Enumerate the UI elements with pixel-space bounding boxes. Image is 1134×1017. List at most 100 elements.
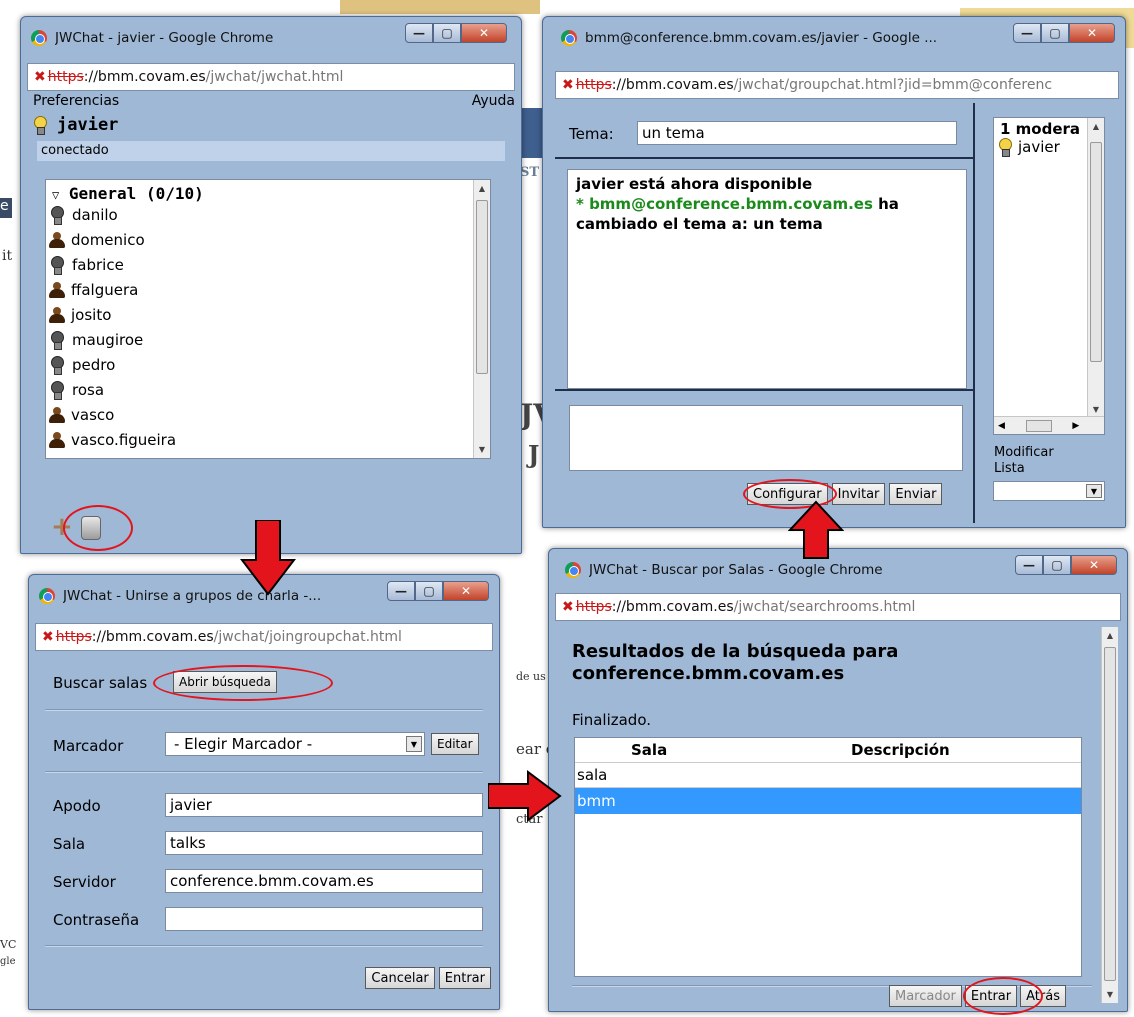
roster-items: danilo domenico fabrice ffalguera josito maug… xyxy=(46,202,490,452)
scroll-thumb[interactable] xyxy=(1025,419,1052,432)
roster-group-header[interactable]: ▽ General (0/10) xyxy=(46,180,490,203)
dialog-buttons: Cancelar Entrar xyxy=(365,967,491,989)
maximize-icon[interactable]: ▢ xyxy=(1043,555,1071,575)
bookmark-select[interactable]: - Elegir Marcador - ▼ xyxy=(165,732,425,756)
table-row-selected[interactable]: bmm xyxy=(575,788,1081,814)
heading-line: Resultados de la búsqueda para xyxy=(572,641,899,662)
scroll-right-icon[interactable]: ▶ xyxy=(1072,421,1079,431)
chevron-down-icon[interactable]: ▼ xyxy=(406,736,422,752)
insecure-icon: ✖ xyxy=(42,629,54,645)
chat-message: javier está ahora disponible xyxy=(576,175,813,193)
search-results-page: Resultados de la búsqueda para conferenc… xyxy=(556,627,1120,1003)
title-bar[interactable]: JWChat - javier - Google Chrome — ▢ ✕ xyxy=(27,23,515,53)
url-host: ://bmm.covam.es xyxy=(611,77,734,93)
window-controls: — ▢ ✕ xyxy=(1013,23,1115,43)
url-scheme: https xyxy=(55,629,92,645)
apodo-label: Apodo xyxy=(53,797,101,815)
contact-name: vasco.figueira xyxy=(71,430,177,449)
scroll-up-icon[interactable]: ▲ xyxy=(474,180,490,197)
insecure-icon: ✖ xyxy=(562,599,574,615)
bulb-offline-icon xyxy=(50,255,64,275)
roster-contact[interactable]: fabrice xyxy=(46,252,490,277)
url-bar[interactable]: ✖ https://bmm.covam.es/jwchat/joingroupc… xyxy=(35,623,493,651)
down-arrow-annotation xyxy=(240,520,296,596)
annotation-circle xyxy=(153,665,333,701)
close-icon[interactable]: ✕ xyxy=(461,23,507,43)
chrome-icon xyxy=(565,562,581,578)
servidor-label: Servidor xyxy=(53,873,116,891)
page-scrollbar[interactable]: ▲ ▼ xyxy=(1101,627,1118,1003)
room-input[interactable]: talks xyxy=(165,831,483,855)
insecure-icon: ✖ xyxy=(562,77,574,93)
chevron-down-icon[interactable]: ▼ xyxy=(1086,484,1102,498)
status-message[interactable]: conectado xyxy=(37,141,505,161)
scroll-thumb[interactable] xyxy=(1090,142,1102,362)
scroll-down-icon[interactable]: ▼ xyxy=(474,441,490,458)
user-icon xyxy=(49,406,65,424)
contact-name: ffalguera xyxy=(71,280,139,299)
maximize-icon[interactable]: ▢ xyxy=(433,23,461,43)
password-input[interactable] xyxy=(165,907,483,931)
background-fragment: e xyxy=(0,198,12,218)
roster-contact[interactable]: danilo xyxy=(46,202,490,227)
message-input[interactable] xyxy=(569,405,963,471)
marcador-button[interactable]: Marcador xyxy=(889,985,962,1007)
background-banner xyxy=(340,0,540,14)
menu-preferencias[interactable]: Preferencias xyxy=(33,93,119,109)
roster-user-name: javier xyxy=(1018,138,1060,156)
minimize-icon[interactable]: — xyxy=(387,581,415,601)
roster-list[interactable]: ▽ General (0/10) danilo domenico fabrice ff… xyxy=(45,179,491,459)
roster-contact[interactable]: pedro xyxy=(46,352,490,377)
menu-ayuda[interactable]: Ayuda xyxy=(472,93,515,109)
roster-contact[interactable]: ffalguera xyxy=(46,277,490,302)
url-bar[interactable]: ✖ https://bmm.covam.es/jwchat/searchroom… xyxy=(555,593,1121,621)
url-host: ://bmm.covam.es xyxy=(611,599,734,615)
roster-contact[interactable]: maugiroe xyxy=(46,327,490,352)
chat-message-text: ha xyxy=(872,195,899,213)
scroll-left-icon[interactable]: ◀ xyxy=(998,421,1005,431)
collapse-triangle-icon: ▽ xyxy=(52,188,60,202)
nickname-input[interactable]: javier xyxy=(165,793,483,817)
user-icon xyxy=(49,431,65,449)
enviar-button[interactable]: Enviar xyxy=(889,483,943,505)
minimize-icon[interactable]: — xyxy=(405,23,433,43)
close-icon[interactable]: ✕ xyxy=(1069,23,1115,43)
roster-contact[interactable]: vasco.figueira xyxy=(46,427,490,452)
title-bar[interactable]: bmm@conference.bmm.covam.es/javier - Goo… xyxy=(549,23,1119,53)
scroll-up-icon[interactable]: ▲ xyxy=(1102,627,1118,644)
table-row[interactable]: sala xyxy=(575,762,1081,788)
minimize-icon[interactable]: — xyxy=(1015,555,1043,575)
scroll-down-icon[interactable]: ▼ xyxy=(1102,986,1118,1003)
maximize-icon[interactable]: ▢ xyxy=(415,581,443,601)
maximize-icon[interactable]: ▢ xyxy=(1041,23,1069,43)
roster-contact[interactable]: rosa xyxy=(46,377,490,402)
topic-input[interactable]: un tema xyxy=(637,121,957,145)
scroll-thumb[interactable] xyxy=(476,200,488,374)
current-user-name: javier xyxy=(57,115,119,135)
scroll-up-icon[interactable]: ▲ xyxy=(1088,118,1104,135)
url-bar[interactable]: ✖ https://bmm.covam.es/jwchat/groupchat.… xyxy=(555,71,1119,99)
room-roster: 1 modera javier ▲ ▼ ◀ ▶ xyxy=(993,117,1105,435)
entrar-button[interactable]: Entrar xyxy=(438,967,491,989)
modify-list-select[interactable]: ▼ xyxy=(993,481,1105,501)
roster-contact[interactable]: vasco xyxy=(46,402,490,427)
bulb-offline-icon xyxy=(50,380,64,400)
server-input[interactable]: conference.bmm.covam.es xyxy=(165,869,483,893)
minimize-icon[interactable]: — xyxy=(1013,23,1041,43)
roster-scrollbar[interactable]: ▲ ▼ xyxy=(1087,118,1104,418)
contact-name: rosa xyxy=(72,380,105,399)
roster-contact[interactable]: josito xyxy=(46,302,490,327)
editar-button[interactable]: Editar xyxy=(431,733,479,755)
horizontal-scrollbar[interactable]: ◀ ▶ xyxy=(994,416,1104,434)
url-bar[interactable]: ✖ https://bmm.covam.es/jwchat/jwchat.htm… xyxy=(27,63,515,91)
join-groupchat-window: JWChat - Unirse a grupos de charla -... … xyxy=(28,574,500,1010)
user-icon xyxy=(49,306,65,324)
roster-scrollbar[interactable]: ▲ ▼ xyxy=(473,180,490,458)
window-controls: — ▢ ✕ xyxy=(405,23,507,43)
cancelar-button[interactable]: Cancelar xyxy=(365,967,435,989)
scroll-thumb[interactable] xyxy=(1104,647,1116,981)
roster-contact[interactable]: domenico xyxy=(46,227,490,252)
close-icon[interactable]: ✕ xyxy=(1071,555,1117,575)
contact-name: vasco xyxy=(71,405,115,424)
close-icon[interactable]: ✕ xyxy=(443,581,489,601)
